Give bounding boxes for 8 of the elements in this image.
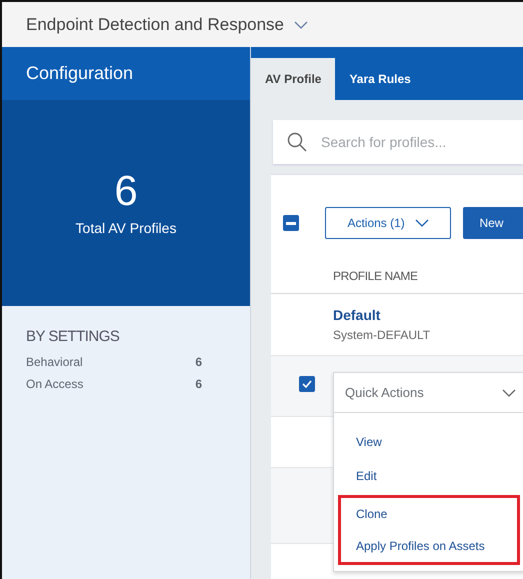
total-label: Total AV Profiles [76, 220, 176, 236]
section-title: BY SETTINGS [26, 328, 120, 345]
setting-count: 6 [195, 355, 202, 369]
dropdown-label: Quick Actions [345, 385, 424, 400]
profile-type: System-DEFAULT [333, 328, 430, 342]
sidebar-title: Configuration [26, 63, 134, 84]
total-count: 6 [114, 170, 138, 212]
setting-count: 6 [195, 377, 202, 391]
